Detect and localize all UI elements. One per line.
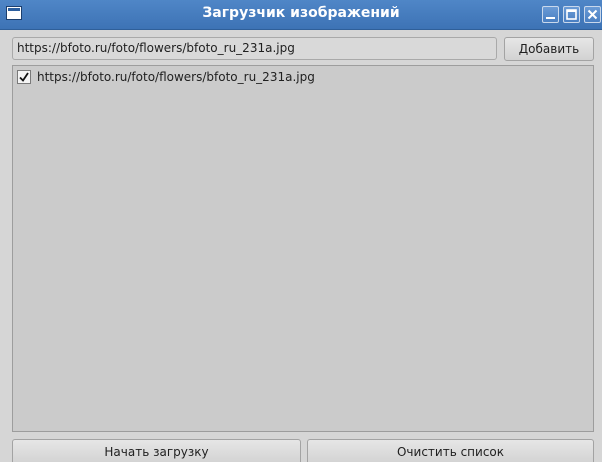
maximize-button[interactable] — [563, 6, 580, 23]
clear-list-button[interactable]: Очистить список — [307, 439, 594, 462]
minimize-button[interactable] — [542, 6, 559, 23]
start-download-button[interactable]: Начать загрузку — [12, 439, 301, 462]
url-list[interactable]: https://bfoto.ru/foto/flowers/bfoto_ru_2… — [12, 65, 594, 432]
list-item-label: https://bfoto.ru/foto/flowers/bfoto_ru_2… — [37, 70, 315, 84]
item-checkbox[interactable] — [17, 70, 31, 84]
close-icon — [587, 9, 598, 20]
url-input[interactable]: https://bfoto.ru/foto/flowers/bfoto_ru_2… — [12, 37, 497, 60]
minimize-icon — [546, 17, 555, 19]
maximize-icon — [566, 9, 577, 20]
add-url-button[interactable]: Добавить URL — [504, 37, 594, 78]
checkmark-icon — [19, 72, 29, 82]
close-button[interactable] — [584, 6, 601, 23]
window-title: Загрузчик изображений — [202, 5, 400, 21]
title-bar[interactable]: Загрузчик изображений — [0, 0, 602, 30]
image-downloader-window: Загрузчик изображений https://bfoto.ru/f… — [0, 0, 602, 462]
